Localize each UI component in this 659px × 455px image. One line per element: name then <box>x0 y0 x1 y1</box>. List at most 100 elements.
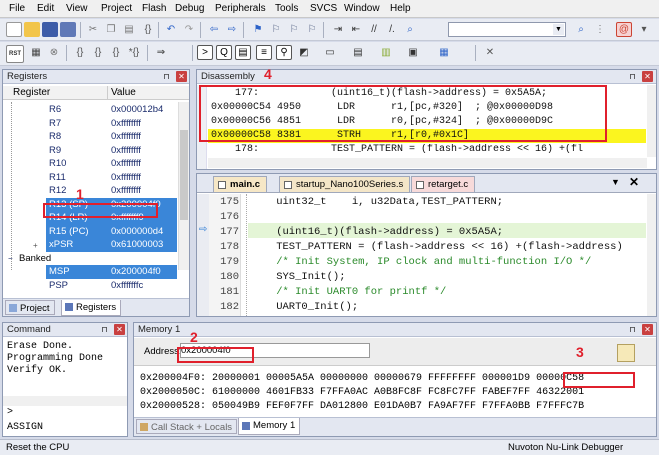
disasm-scrollbar[interactable] <box>647 85 656 157</box>
memory-row[interactable]: 0x2000050C: 61000000 4601FB33 F7FFA0AC A… <box>140 387 584 398</box>
configure-icon[interactable]: ▾ <box>636 22 652 37</box>
bookmark-prev-icon[interactable]: ⚐ <box>268 22 284 37</box>
register-row[interactable]: R9 0xffffffff <box>3 144 177 158</box>
menu-svcs[interactable]: SVCS <box>310 3 337 14</box>
redo-icon[interactable]: ↷ <box>181 22 197 37</box>
braces-icon[interactable]: {} <box>140 22 156 37</box>
registers-window-icon[interactable]: ≡ <box>256 45 272 60</box>
column-register[interactable]: Register <box>13 87 50 98</box>
disassembly-window-icon[interactable]: Q <box>216 45 232 60</box>
code-line[interactable]: UART0_Init(); <box>251 300 358 315</box>
register-row[interactable]: R7 0xffffffff <box>3 117 177 131</box>
save-icon[interactable] <box>42 22 58 37</box>
cut-icon[interactable]: ✂ <box>85 22 101 37</box>
trace-window-icon[interactable]: ▣ <box>405 45 421 60</box>
collapse-icon[interactable]: − <box>8 252 13 266</box>
toolbox-icon[interactable]: ✕ <box>482 45 498 60</box>
register-row[interactable]: MSP 0x200004f0 <box>46 265 177 279</box>
register-row[interactable]: R8 0xffffffff <box>3 130 177 144</box>
menu-help[interactable]: Help <box>390 3 411 14</box>
undo-icon[interactable]: ↶ <box>163 22 179 37</box>
find-icon[interactable]: ⌕ <box>402 22 418 37</box>
memory-row[interactable]: 0x200004F0: 20000001 00005A5A 00000000 0… <box>140 373 584 384</box>
call-stack-window-icon[interactable]: ⚲ <box>276 45 292 60</box>
menu-peripherals[interactable]: Peripherals <box>215 3 266 14</box>
register-row[interactable]: R11 0xffffffff <box>3 171 177 185</box>
indent-icon[interactable]: ⇥ <box>330 22 346 37</box>
expand-icon[interactable]: + <box>33 241 38 250</box>
register-row[interactable]: PSP 0xfffffffc <box>3 279 177 293</box>
menu-tools[interactable]: Tools <box>275 3 298 14</box>
show-next-icon[interactable]: ⇒ <box>153 45 169 60</box>
close-icon[interactable]: ✕ <box>114 324 125 335</box>
watch-window-icon[interactable]: ◩ <box>296 45 312 60</box>
lock-icon[interactable] <box>617 344 635 362</box>
run-icon[interactable]: ▦ <box>28 45 44 60</box>
code-line[interactable]: SYS_Init(); <box>251 270 345 285</box>
uncomment-icon[interactable]: /. <box>384 22 400 37</box>
command-hscrollbar[interactable] <box>3 396 127 406</box>
menu-file[interactable]: File <box>9 3 25 14</box>
menu-debug[interactable]: Debug <box>175 3 204 14</box>
paste-icon[interactable]: ▤ <box>121 22 137 37</box>
memory-row[interactable]: 0x20000528: 050049B9 FEF0F7FF DA012800 E… <box>140 401 584 412</box>
menu-project[interactable]: Project <box>101 3 132 14</box>
bookmark-clear-icon[interactable]: ⚐ <box>304 22 320 37</box>
comment-icon[interactable]: // <box>366 22 382 37</box>
forward-icon[interactable]: ⇨ <box>224 22 240 37</box>
pin-icon[interactable]: ⊓ <box>627 71 638 82</box>
close-icon[interactable]: ✕ <box>176 71 187 82</box>
unindent-icon[interactable]: ⇤ <box>348 22 364 37</box>
pin-icon[interactable]: ⊓ <box>161 71 172 82</box>
close-icon[interactable]: ✕ <box>629 175 639 189</box>
system-viewer-icon[interactable]: ▦ <box>436 45 452 60</box>
pin-icon[interactable]: ⊓ <box>627 324 638 335</box>
step-over-icon[interactable]: {} <box>90 45 106 60</box>
bookmark-icon[interactable]: ⚑ <box>250 22 266 37</box>
command-window-icon[interactable]: > <box>197 45 213 60</box>
stop-icon[interactable]: ⊗ <box>46 45 62 60</box>
menu-flash[interactable]: Flash <box>142 3 166 14</box>
tab-startup-s[interactable]: startup_Nano100Series.s <box>279 176 411 192</box>
step-out-icon[interactable]: {} <box>108 45 124 60</box>
run-to-cursor-icon[interactable]: *{} <box>126 45 142 60</box>
column-value[interactable]: Value <box>111 87 136 98</box>
debug-icon[interactable]: @ <box>616 22 632 37</box>
find-in-files-icon[interactable]: ⌕ <box>573 22 589 37</box>
search-prev-icon[interactable]: ⋮ <box>592 22 608 37</box>
new-file-icon[interactable] <box>6 22 22 37</box>
editor-code[interactable]: 175 uint32_t i, u32Data,TEST_PATTERN; 176… <box>197 195 647 315</box>
tab-call-stack[interactable]: Call Stack + Locals <box>136 419 238 434</box>
symbols-window-icon[interactable]: ▤ <box>235 45 251 60</box>
register-group-banked[interactable]: − Banked <box>3 252 177 266</box>
disasm-line[interactable]: 178: TEST_PATTERN = (flash->address << 1… <box>211 144 644 156</box>
command-assign[interactable]: ASSIGN <box>7 422 43 433</box>
find-combobox[interactable]: ▼ <box>448 22 566 37</box>
pin-icon[interactable]: ⊓ <box>99 324 110 335</box>
serial-window-icon[interactable]: ▤ <box>350 45 366 60</box>
tab-memory-1[interactable]: Memory 1 <box>238 418 301 435</box>
analysis-window-icon[interactable]: ▥ <box>378 45 394 60</box>
save-all-icon[interactable] <box>60 22 76 37</box>
registers-scrollbar[interactable] <box>178 102 189 270</box>
command-input[interactable] <box>15 407 125 419</box>
menu-window[interactable]: Window <box>344 3 380 14</box>
register-row[interactable]: R15 (PC) 0x000000d4 <box>46 224 177 238</box>
copy-icon[interactable]: ❐ <box>103 22 119 37</box>
register-row[interactable]: R12 0xffffffff <box>3 184 177 198</box>
reset-cpu-button[interactable]: RST <box>6 45 24 63</box>
back-icon[interactable]: ⇦ <box>206 22 222 37</box>
register-row[interactable]: R6 0x000012b4 <box>3 103 177 117</box>
bookmark-next-icon[interactable]: ⚐ <box>286 22 302 37</box>
code-line[interactable]: TEST_PATTERN = (flash->address << 16) +(… <box>251 240 623 255</box>
code-line[interactable]: /* Init System, IP clock and multi-funct… <box>251 255 591 270</box>
step-icon[interactable]: {} <box>72 45 88 60</box>
disasm-hscrollbar[interactable] <box>208 158 647 168</box>
tab-project[interactable]: Project <box>5 300 55 315</box>
register-row[interactable]: xPSR 0x61000003 <box>46 238 177 252</box>
tab-main-c[interactable]: main.c <box>213 176 268 192</box>
tab-registers[interactable]: Registers <box>61 300 122 316</box>
tab-retarget-c[interactable]: retarget.c <box>411 176 476 192</box>
code-line[interactable]: uint32_t i, u32Data,TEST_PATTERN; <box>251 195 503 210</box>
code-line[interactable]: (uint16_t)(flash->address) = 0x5A5A; <box>251 225 503 240</box>
